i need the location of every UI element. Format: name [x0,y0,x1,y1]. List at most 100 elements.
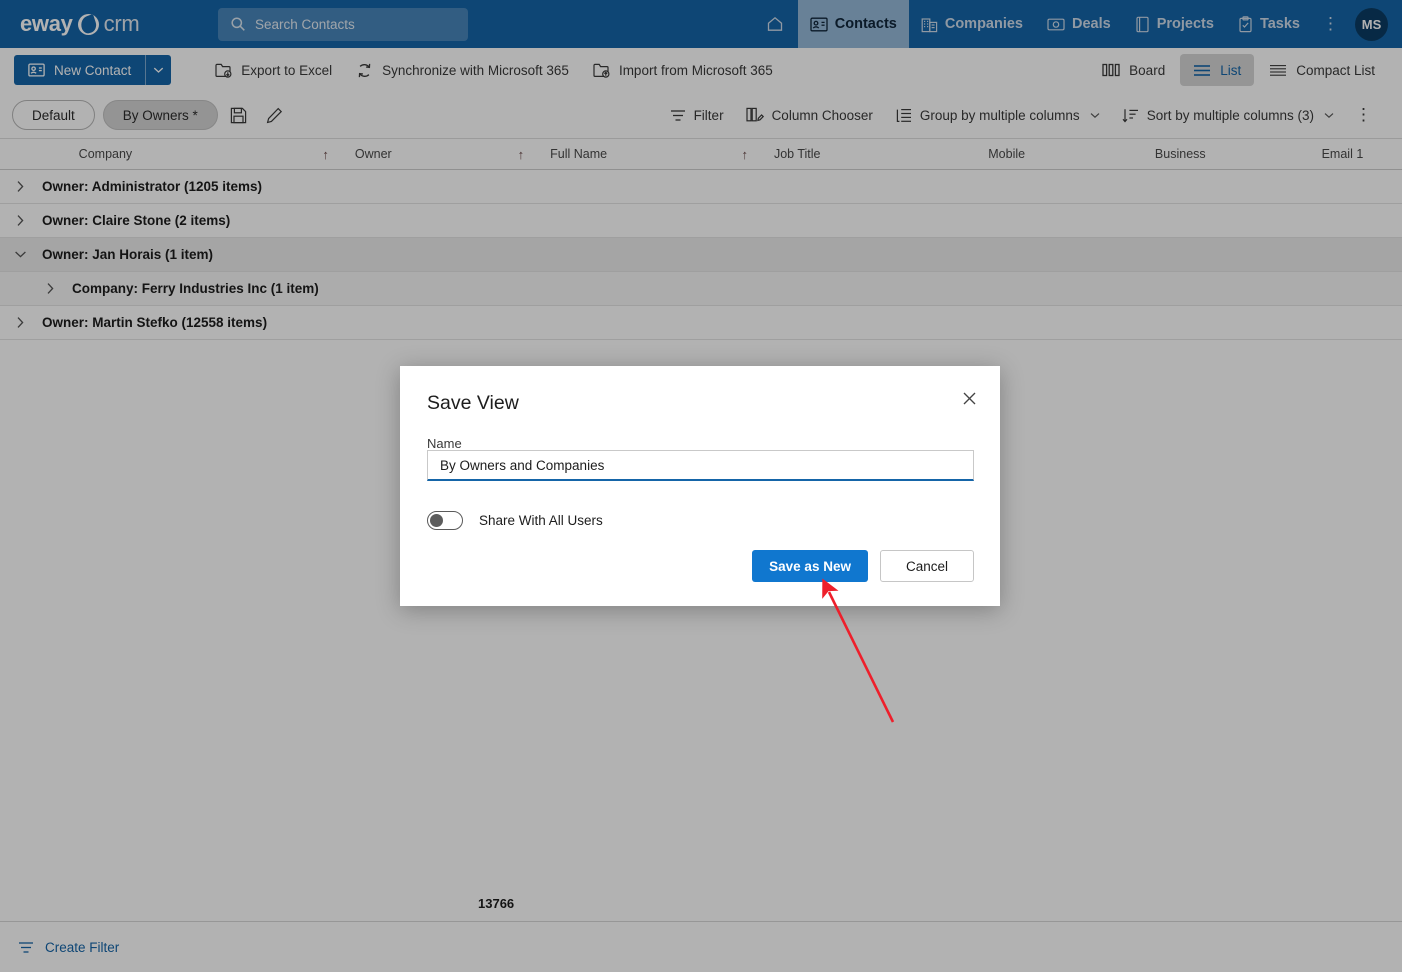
name-input[interactable] [427,450,974,481]
column-header-full-name[interactable]: Full Name ↑ [538,138,762,170]
column-chooser-button[interactable]: Column Chooser [735,99,884,131]
nav-item-contacts[interactable]: Contacts [797,0,909,48]
view-mode-list[interactable]: List [1180,54,1255,86]
create-filter-label: Create Filter [45,939,120,955]
share-with-all-users-toggle[interactable] [427,511,463,530]
chevron-right-icon[interactable] [10,180,30,193]
export-icon [215,62,232,78]
chevron-right-icon[interactable] [10,316,30,329]
nav-overflow-menu-icon[interactable]: ⋮ [1312,14,1349,34]
share-with-all-users-row: Share With All Users [427,511,603,530]
group-row-label: Company: Ferry Industries Inc (1 item) [72,281,319,296]
filter-label: Filter [693,107,724,123]
import-button[interactable]: Import from Microsoft 365 [581,54,785,86]
column-header-job-title[interactable]: Job Title [762,138,976,170]
view-mode-compact-list[interactable]: Compact List [1256,54,1388,86]
group-row-label: Owner: Martin Stefko (12558 items) [42,315,268,330]
chevron-down-icon[interactable] [10,250,30,259]
new-contact-button[interactable]: New Contact [14,55,146,85]
column-header-spacer [0,138,67,170]
table-row[interactable]: Owner: Administrator (1205 items) [0,170,1402,204]
synchronize-button[interactable]: Synchronize with Microsoft 365 [344,54,581,86]
action-toolbar: New Contact Export to Excel Synchronize … [0,48,1402,92]
column-header-owner[interactable]: Owner ↑ [343,138,538,170]
nav-item-deals[interactable]: Deals [1035,0,1123,48]
nav-item-companies[interactable]: Companies [909,0,1035,48]
app-logo[interactable]: eway crm [20,11,180,37]
nav-item-tasks[interactable]: Tasks [1226,0,1312,48]
view-mode-board[interactable]: Board [1089,54,1178,86]
search-contacts-field[interactable]: Search Contacts [218,7,468,41]
new-contact-label: New Contact [54,62,132,78]
dialog-title: Save View [427,392,519,414]
view-bar: Default By Owners * Filter Column Choose… [0,92,1402,138]
column-header-business[interactable]: Business [1143,138,1310,170]
group-by-label: Group by multiple columns [919,107,1080,123]
column-label: Business [1154,147,1206,161]
save-view-dialog: Save View Name Share With All Users Save… [400,366,1000,606]
new-contact-split-button: New Contact [14,55,172,85]
cancel-button[interactable]: Cancel [879,550,974,582]
synchronize-label: Synchronize with Microsoft 365 [382,62,569,78]
group-row-label: Owner: Administrator (1205 items) [42,179,263,194]
sort-ascending-icon: ↑ [517,146,525,162]
save-view-button[interactable] [224,100,254,130]
chevron-down-icon [153,66,164,74]
sort-ascending-icon: ↑ [322,146,329,162]
save-icon [230,107,247,124]
nav-label-tasks: Tasks [1259,16,1300,32]
edit-view-button[interactable] [260,100,290,130]
create-filter-button[interactable]: Create Filter [18,940,119,955]
column-label: Email 1 [1321,147,1364,161]
sort-by-button[interactable]: Sort by multiple columns (3) [1111,99,1345,131]
nav-item-home[interactable] [752,0,798,48]
view-chip-default[interactable]: Default [12,100,95,130]
chevron-right-icon[interactable] [10,214,30,227]
sort-ascending-icon: ↑ [741,146,748,162]
table-row[interactable]: Owner: Jan Horais (1 item) [0,238,1402,272]
column-label: Job Title [773,147,821,161]
user-avatar[interactable]: MS [1355,7,1388,41]
dialog-close-button[interactable] [956,385,982,411]
export-to-excel-label: Export to Excel [241,62,333,78]
view-bar-actions: Filter Column Chooser Group by multiple … [659,99,1390,131]
column-label: Mobile [988,147,1026,161]
chevron-down-icon [1324,112,1334,119]
table-row[interactable]: Owner: Claire Stone (2 items) [0,204,1402,238]
list-icon [1193,64,1211,77]
group-row-label: Owner: Jan Horais (1 item) [42,247,214,262]
compact-list-icon [1269,64,1287,77]
view-mode-switcher: Board List Compact List [1089,54,1388,86]
companies-icon [921,16,938,33]
toggle-knob [430,514,443,527]
nav-item-projects[interactable]: Projects [1123,0,1226,48]
grid-column-headers: Company ↑ Owner ↑ Full Name ↑ Job Title … [0,138,1402,170]
board-icon [1102,63,1120,77]
total-count: 13766 [478,896,515,911]
import-label: Import from Microsoft 365 [618,62,773,78]
column-header-mobile[interactable]: Mobile [976,138,1143,170]
app-root: eway crm Search Contacts Contacts Compan… [0,0,1402,972]
nav-label-deals: Deals [1072,16,1111,32]
pencil-icon [266,107,283,124]
search-icon [230,16,246,32]
logo-mark-icon [77,13,99,35]
export-to-excel-button[interactable]: Export to Excel [203,54,344,86]
group-by-button[interactable]: Group by multiple columns [884,99,1111,131]
share-with-all-users-label: Share With All Users [479,513,603,528]
view-bar-overflow-menu-icon[interactable]: ⋮ [1345,105,1382,125]
new-contact-dropdown-button[interactable] [145,55,172,85]
filter-button[interactable]: Filter [659,99,735,131]
view-chip-by-owners[interactable]: By Owners * [102,100,218,130]
column-label: Company [78,147,133,161]
view-mode-compact-list-label: Compact List [1296,62,1375,78]
chevron-right-icon[interactable] [40,282,60,295]
table-row[interactable]: Owner: Martin Stefko (12558 items) [0,306,1402,340]
filter-icon [18,941,34,954]
nav-label-companies: Companies [944,16,1024,32]
column-header-company[interactable]: Company ↑ [67,138,343,170]
column-header-email-1[interactable]: Email 1 [1310,138,1402,170]
table-row[interactable]: Company: Ferry Industries Inc (1 item) [0,272,1402,306]
save-as-new-button[interactable]: Save as New [752,550,868,582]
column-label: Full Name [550,147,608,161]
